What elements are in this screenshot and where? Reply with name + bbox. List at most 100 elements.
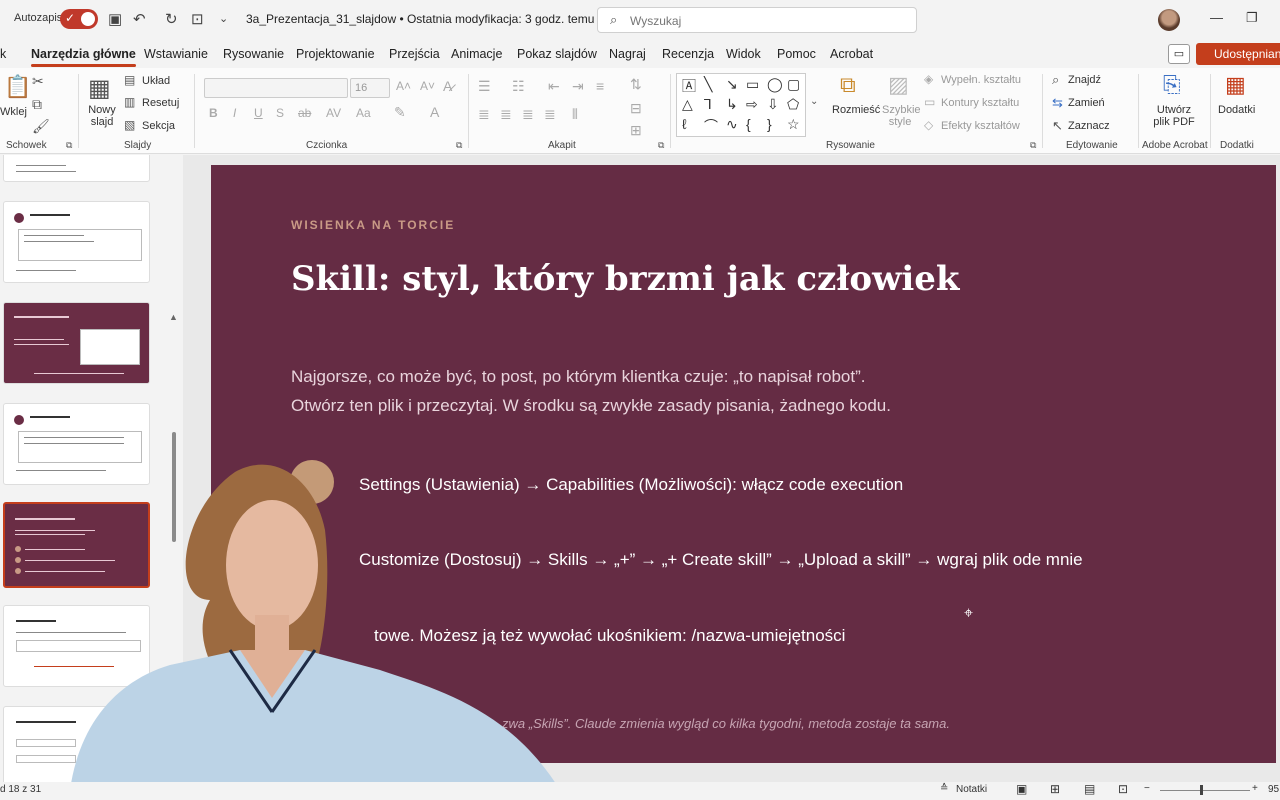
- customize-toolbar-icon[interactable]: ⌄: [219, 12, 228, 25]
- smartart-icon[interactable]: ⊞: [630, 122, 642, 139]
- align-center-icon[interactable]: ≣: [500, 106, 512, 123]
- share-button[interactable]: Udostępnian: [1196, 43, 1280, 65]
- oval-shape-icon[interactable]: ◯: [767, 76, 783, 93]
- shape-effects-icon[interactable]: ◇: [924, 118, 933, 132]
- slide-thumbnail[interactable]: [3, 201, 150, 283]
- tab-insert[interactable]: Wstawianie: [144, 47, 208, 61]
- zoom-level[interactable]: 95: [1268, 784, 1279, 795]
- textbox-shape-icon[interactable]: 🄰: [682, 76, 696, 96]
- cut-icon[interactable]: ✂: [32, 73, 44, 90]
- grow-font-icon[interactable]: A˄: [396, 79, 411, 93]
- redo-icon[interactable]: ↻: [165, 10, 178, 28]
- select-label[interactable]: Zaznacz: [1068, 120, 1110, 132]
- bold-icon[interactable]: B: [209, 106, 218, 120]
- slide-thumbnail[interactable]: [3, 155, 150, 182]
- tab-record[interactable]: Nagraj: [609, 47, 646, 61]
- elbow-arrow-shape-icon[interactable]: ↳: [726, 96, 738, 113]
- tab-transitions[interactable]: Przejścia: [389, 47, 440, 61]
- layout-label[interactable]: Układ: [142, 75, 170, 87]
- align-text-icon[interactable]: ⊟: [630, 100, 642, 117]
- section-label[interactable]: Sekcja: [142, 120, 175, 132]
- search-input[interactable]: [630, 12, 900, 29]
- user-avatar[interactable]: [1158, 9, 1180, 31]
- line-spacing-icon[interactable]: ≡: [596, 78, 604, 94]
- italic-icon[interactable]: I: [233, 106, 236, 120]
- quick-styles-icon[interactable]: ▨: [888, 72, 909, 98]
- underline-icon[interactable]: U: [254, 106, 263, 120]
- find-icon[interactable]: ⌕: [1052, 72, 1059, 88]
- comments-icon[interactable]: ▭: [1168, 44, 1190, 64]
- new-slide-label[interactable]: Nowy slajd: [86, 104, 118, 128]
- normal-view-icon[interactable]: ▣: [1016, 782, 1027, 796]
- left-brace-shape-icon[interactable]: {: [746, 116, 751, 132]
- justify-icon[interactable]: ≣: [544, 106, 556, 123]
- format-painter-icon[interactable]: 🖌: [32, 118, 50, 135]
- expand-clipboard-icon[interactable]: ⧉: [66, 140, 72, 151]
- copy-icon[interactable]: ⧉: [32, 96, 42, 113]
- shape-outline-icon[interactable]: ▭: [924, 95, 935, 109]
- tab-review[interactable]: Recenzja: [662, 47, 714, 61]
- addins-label[interactable]: Dodatki: [1218, 104, 1255, 116]
- reset-label[interactable]: Resetuj: [142, 97, 179, 109]
- curve-shape-icon[interactable]: ∿: [726, 116, 738, 133]
- rounded-rect-shape-icon[interactable]: ▢: [787, 76, 800, 93]
- document-title[interactable]: 3a_Prezentacja_31_slajdow • Ostatnia mod…: [246, 12, 608, 26]
- zoom-out-icon[interactable]: −: [1144, 783, 1150, 794]
- create-pdf-label[interactable]: Utwórz plik PDF: [1152, 104, 1196, 128]
- expand-drawing-icon[interactable]: ⧉: [1030, 140, 1036, 151]
- shapes-gallery[interactable]: 🄰 ╲ ↘ ▭ ◯ ▢ △ ⅂ ↳ ⇨ ⇩ ⬠ ℓ ⌒ ∿ { } ☆: [676, 73, 806, 137]
- slide-sorter-icon[interactable]: ⊞: [1050, 782, 1060, 796]
- numbering-icon[interactable]: ☷: [512, 78, 525, 95]
- align-left-icon[interactable]: ≣: [478, 106, 490, 123]
- replace-label[interactable]: Zamień: [1068, 97, 1105, 109]
- find-label[interactable]: Znajdź: [1068, 74, 1101, 86]
- autosave-toggle[interactable]: ✓: [60, 9, 98, 29]
- shape-fill-label[interactable]: Wypełn. kształtu: [941, 74, 1021, 86]
- paste-label[interactable]: Wklej: [0, 106, 27, 118]
- tab-view[interactable]: Widok: [726, 47, 761, 61]
- elbow-shape-icon[interactable]: ⅂: [704, 96, 712, 113]
- slideshow-view-icon[interactable]: ⊡: [1118, 782, 1128, 796]
- font-size-combo[interactable]: 16: [350, 78, 390, 98]
- replace-icon[interactable]: ⇆: [1052, 95, 1063, 111]
- shapes-more-icon[interactable]: ⌄: [810, 96, 818, 107]
- bullets-icon[interactable]: ☰: [478, 78, 491, 95]
- layout-icon[interactable]: ▤: [124, 73, 135, 87]
- highlight-icon[interactable]: ✎: [394, 104, 406, 121]
- shadow-icon[interactable]: S: [276, 106, 284, 120]
- text-direction-icon[interactable]: ⇅: [630, 76, 642, 93]
- rectangle-shape-icon[interactable]: ▭: [746, 76, 759, 93]
- reset-icon[interactable]: ▥: [124, 95, 135, 109]
- tab-acrobat[interactable]: Acrobat: [830, 47, 873, 61]
- tab-design[interactable]: Projektowanie: [296, 47, 375, 61]
- arrow-line-shape-icon[interactable]: ↘: [726, 76, 738, 93]
- minimize-icon[interactable]: —: [1210, 10, 1223, 25]
- expand-paragraph-icon[interactable]: ⧉: [658, 140, 664, 151]
- notes-icon[interactable]: ≙: [940, 783, 948, 794]
- expand-font-icon[interactable]: ⧉: [456, 140, 462, 151]
- font-color-icon[interactable]: A: [430, 104, 439, 120]
- zoom-in-icon[interactable]: +: [1252, 783, 1258, 794]
- increase-indent-icon[interactable]: ⇥: [572, 78, 584, 95]
- select-icon[interactable]: ↖: [1052, 118, 1063, 134]
- shrink-font-icon[interactable]: A˅: [420, 79, 435, 93]
- right-arrow-shape-icon[interactable]: ⇨: [746, 96, 758, 113]
- columns-icon[interactable]: ⫴: [572, 106, 578, 123]
- section-icon[interactable]: ▧: [124, 118, 135, 132]
- line-shape-icon[interactable]: ╲: [704, 76, 712, 93]
- notes-button[interactable]: Notatki: [956, 784, 987, 795]
- scroll-up-icon[interactable]: ▲: [169, 312, 178, 322]
- quick-styles-label[interactable]: Szybkie style: [882, 104, 921, 128]
- shape-outline-label[interactable]: Kontury kształtu: [941, 97, 1019, 109]
- arc-shape-icon[interactable]: ⌒: [704, 116, 718, 136]
- tab-draw[interactable]: Rysowanie: [223, 47, 284, 61]
- present-icon[interactable]: ⊡: [191, 10, 204, 28]
- triangle-shape-icon[interactable]: △: [682, 96, 693, 113]
- font-family-combo[interactable]: [204, 78, 348, 98]
- decrease-indent-icon[interactable]: ⇤: [548, 78, 560, 95]
- zoom-slider[interactable]: [1160, 790, 1250, 791]
- freeform-shape-icon[interactable]: ℓ: [682, 116, 687, 132]
- search-box[interactable]: ⌕: [597, 7, 917, 33]
- save-icon[interactable]: ▣: [108, 10, 122, 28]
- zoom-slider-thumb[interactable]: [1200, 785, 1203, 795]
